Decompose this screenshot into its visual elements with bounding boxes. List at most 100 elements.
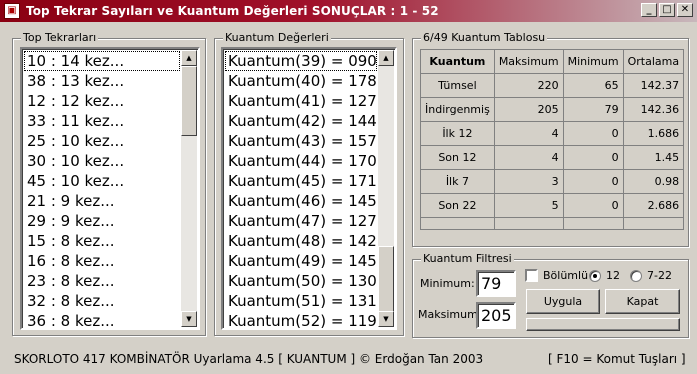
column-header: Minimum [562,49,624,74]
uygula-button[interactable]: Uygula [526,289,600,314]
list-item[interactable]: Kuantum(51) = 131 [225,291,377,311]
radio-7-22-label: 7-22 [647,269,672,282]
list-item[interactable]: Kuantum(47) = 127 [225,211,377,231]
list-item[interactable]: Kuantum(43) = 157 [225,131,377,151]
radio-12-label: 12 [606,269,620,282]
radio-12[interactable] [589,270,601,282]
top-tekrar-scrollbar[interactable]: ▲ ▼ [181,50,197,327]
table-row-empty [420,217,685,230]
table-cell: 0 [562,169,624,194]
title-bar[interactable]: ▣ Top Tekrar Sayıları ve Kuantum Değerle… [0,0,697,22]
top-tekrar-legend: Top Tekrarları [21,31,99,44]
scroll-down-arrow-icon[interactable]: ▼ [181,311,197,327]
list-item[interactable]: Kuantum(39) = 090 [225,51,377,71]
table-cell: 4 [493,145,564,170]
top-tekrar-items: 10 : 14 kez... 38 : 13 kez... 12 : 12 kez.… [24,51,180,328]
list-item[interactable]: 12 : 12 kez... [24,91,180,111]
list-item[interactable]: 45 : 10 kez... [24,171,180,191]
table-row: Son 22 5 0 2.686 [420,193,685,218]
table-cell: 0 [562,145,624,170]
scroll-up-arrow-icon[interactable]: ▲ [181,50,197,66]
table-row: İndirgenmiş 205 79 142.36 [420,97,685,122]
scroll-thumb[interactable] [378,246,394,316]
table-cell: 3 [493,169,564,194]
row-label: İlk 7 [420,169,495,194]
table-cell: 1.686 [622,121,685,146]
list-item[interactable]: Kuantum(44) = 170 [225,151,377,171]
table-cell: 5 [493,193,564,218]
list-item[interactable]: Kuantum(45) = 171 [225,171,377,191]
kapat-button[interactable]: Kapat [605,289,680,314]
table-cell: 205 [493,97,564,122]
table-cell: 2.686 [622,193,685,218]
scroll-down-arrow-icon[interactable]: ▼ [378,311,394,327]
kuantum-filtre-legend: Kuantum Filtresi [421,252,514,265]
kuantum-scrollbar[interactable]: ▲ ▼ [378,50,394,327]
list-item[interactable]: 36 : 8 kez... [24,311,180,328]
blank-button[interactable] [526,318,680,331]
table-cell: 0 [562,121,624,146]
list-item[interactable]: 10 : 14 kez... [24,51,180,71]
status-left-text: SKORLOTO 417 KOMBİNATÖR Uyarlama 4.5 [ K… [14,352,484,366]
table-cell: 220 [493,73,564,98]
list-item[interactable]: Kuantum(42) = 144 [225,111,377,131]
list-item[interactable]: 33 : 11 kez... [24,111,180,131]
list-item[interactable]: 32 : 8 kez... [24,291,180,311]
scroll-up-arrow-icon[interactable]: ▲ [378,50,394,66]
list-item[interactable]: 38 : 13 kez... [24,71,180,91]
bolumlu-label: Bölümlü : [543,269,596,282]
list-item[interactable]: 21 : 9 kez... [24,191,180,211]
table-cell [493,217,564,230]
bolumlu-checkbox[interactable] [525,269,538,282]
list-item[interactable]: Kuantum(41) = 127 [225,91,377,111]
maximize-button[interactable]: □ [659,3,675,17]
table-header-row: Kuantum Maksimum Minimum Ortalama [420,49,685,74]
table-cell: 0 [562,193,624,218]
window-title: Top Tekrar Sayıları ve Kuantum Değerleri… [26,4,439,18]
list-item[interactable]: Kuantum(49) = 145 [225,251,377,271]
app-icon[interactable]: ▣ [4,3,20,19]
row-label: Son 22 [420,193,495,218]
list-item[interactable]: Kuantum(52) = 119 [225,311,377,328]
table-cell: 79 [562,97,624,122]
radio-7-22[interactable] [630,270,642,282]
minimum-input[interactable]: 79 [476,270,516,297]
kuantum-table: Kuantum Maksimum Minimum Ortalama Tümsel… [420,49,685,230]
list-item[interactable]: 16 : 8 kez... [24,251,180,271]
list-item[interactable]: 25 : 10 kez... [24,131,180,151]
table-row: İlk 7 3 0 0.98 [420,169,685,194]
table-cell [562,217,624,230]
minimize-button[interactable]: _ [641,3,657,17]
row-label: Son 12 [420,145,495,170]
row-label: Tümsel [420,73,495,98]
table-body: Tümsel 220 65 142.37 İndirgenmiş 205 79 142.36 İ… [420,73,685,230]
table-cell: 4 [493,121,564,146]
list-item[interactable]: Kuantum(46) = 145 [225,191,377,211]
list-item[interactable]: 23 : 8 kez... [24,271,180,291]
status-right-text: [ F10 = Komut Tuşları ] [548,352,686,366]
maksimum-label: Maksimum: [418,308,482,321]
list-item[interactable]: 30 : 10 kez... [24,151,180,171]
table-cell: 0.98 [622,169,685,194]
maksimum-input[interactable]: 205 [476,302,516,329]
table-cell: 1.45 [622,145,685,170]
row-label: İlk 12 [420,121,495,146]
column-header: Maksimum [493,49,564,74]
kuantum-legend: Kuantum Değerleri [223,31,331,44]
list-item[interactable]: 29 : 9 kez... [24,211,180,231]
list-item[interactable]: Kuantum(50) = 130 [225,271,377,291]
list-item[interactable]: Kuantum(40) = 178 [225,71,377,91]
kuantum-listbox[interactable]: Kuantum(39) = 090 Kuantum(40) = 178 Kuantu… [221,47,397,330]
close-button[interactable]: ✕ [677,3,693,17]
list-item[interactable]: Kuantum(48) = 142 [225,231,377,251]
table-row: İlk 12 4 0 1.686 [420,121,685,146]
column-header: Ortalama [622,49,685,74]
minimum-label: Minimum: [420,277,475,290]
table-row: Tümsel 220 65 142.37 [420,73,685,98]
table-row: Son 12 4 0 1.45 [420,145,685,170]
column-header: Kuantum [420,49,495,74]
top-tekrar-listbox[interactable]: 10 : 14 kez... 38 : 13 kez... 12 : 12 kez.… [20,47,200,330]
list-item[interactable]: 15 : 8 kez... [24,231,180,251]
scroll-thumb[interactable] [181,66,197,136]
table-cell: 142.37 [622,73,685,98]
